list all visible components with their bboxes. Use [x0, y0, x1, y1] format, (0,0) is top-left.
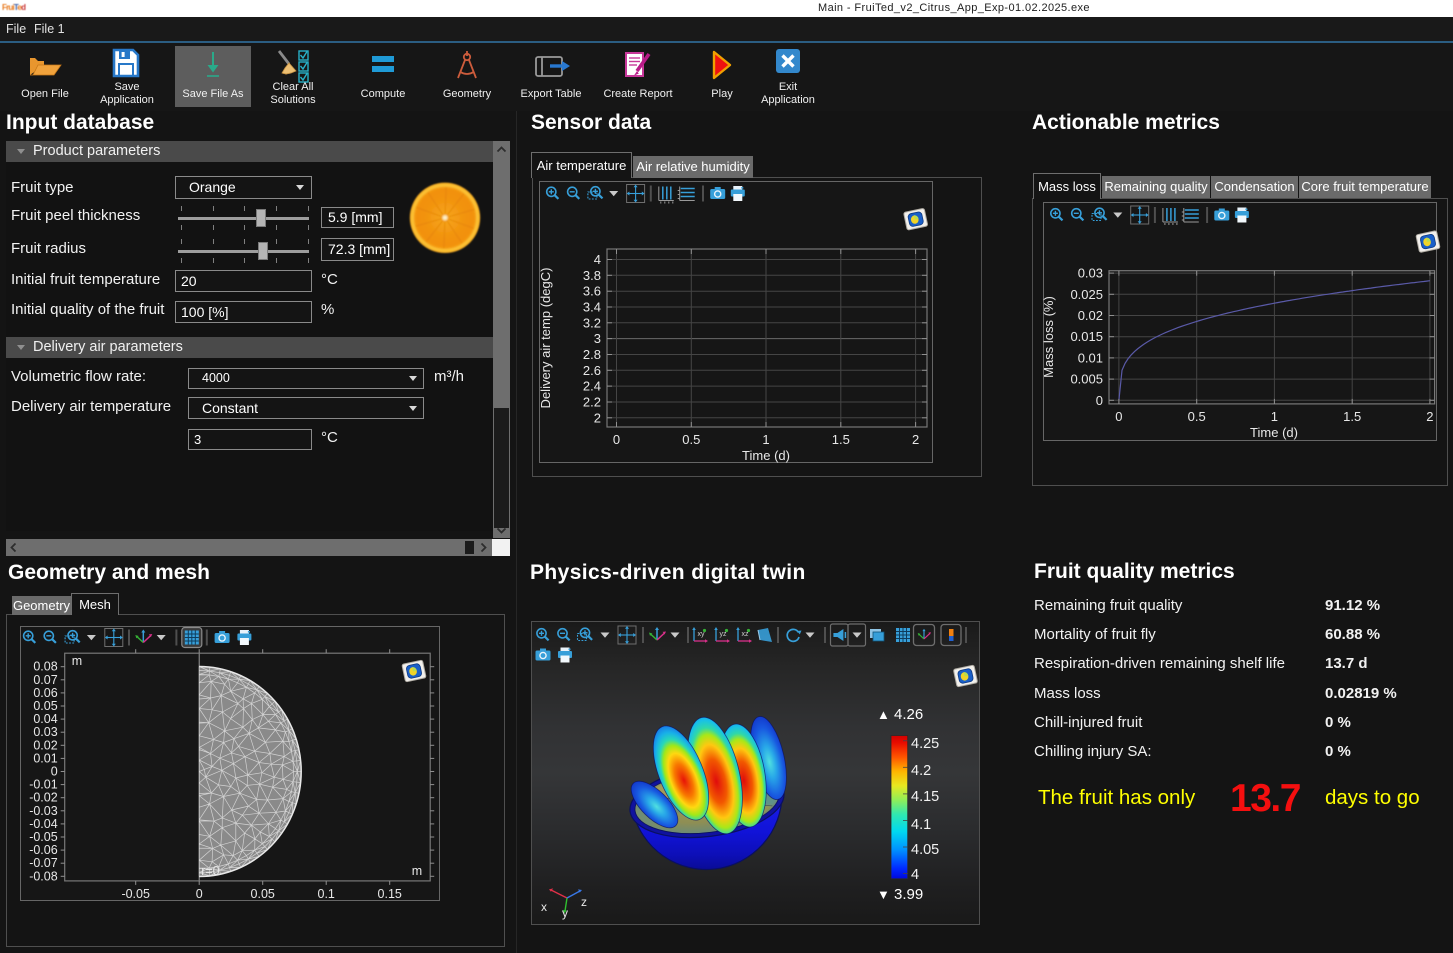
- svg-text:yz: yz: [720, 631, 728, 638]
- svg-text:x: x: [541, 900, 547, 914]
- svg-text:z: z: [581, 895, 587, 909]
- svg-text:xy: xy: [698, 631, 706, 638]
- svg-text:y: y: [562, 906, 568, 920]
- svg-text:xz: xz: [742, 631, 750, 638]
